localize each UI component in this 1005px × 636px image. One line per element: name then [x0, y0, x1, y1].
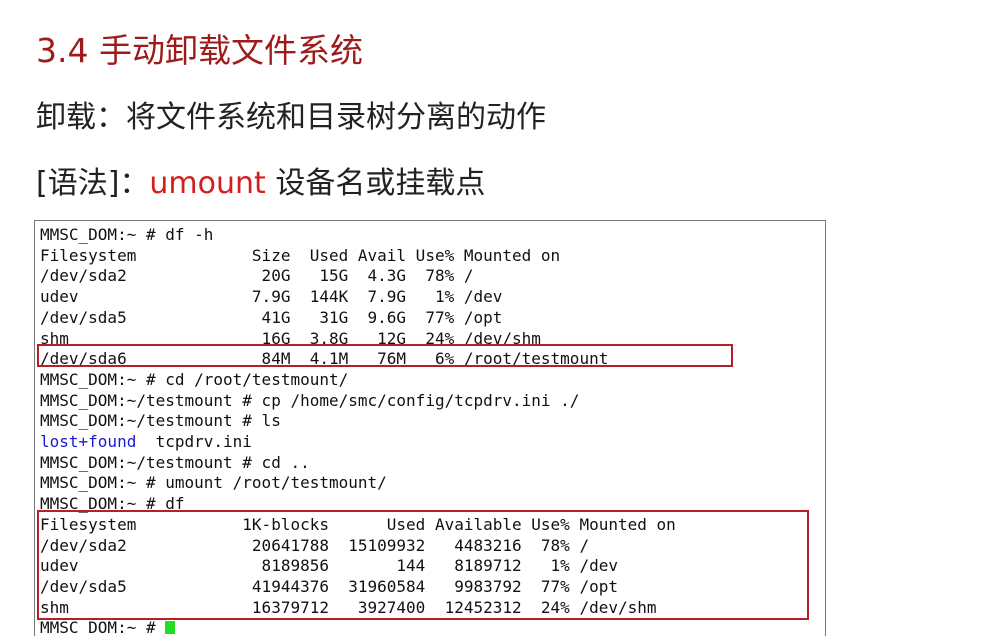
- syntax-line: [语法]：umount 设备名或挂载点: [36, 158, 485, 202]
- terminal-line: Filesystem Size Used Avail Use% Mounted …: [40, 245, 561, 265]
- cursor-block: [165, 621, 176, 635]
- terminal-line: MMSC_DOM:~/testmount # cd ..: [40, 452, 310, 472]
- syntax-spacer: [266, 166, 276, 201]
- terminal-line: MMSC_DOM:~ # cd /root/testmount/: [40, 369, 349, 389]
- highlight-box-df-output: [37, 510, 809, 620]
- file-entry: tcpdrv.ini: [155, 432, 252, 451]
- terminal-line: /dev/sda5 41G 31G 9.6G 77% /opt: [40, 307, 503, 327]
- terminal-ls-output: lost+found tcpdrv.ini: [40, 432, 252, 453]
- syntax-command: umount: [149, 166, 266, 201]
- prompt-text: MMSC_DOM:~ #: [40, 618, 166, 636]
- highlight-box-sda6: [37, 344, 733, 367]
- terminal-prompt: MMSC_DOM:~ #: [40, 618, 176, 636]
- terminal-line: MMSC_DOM:~ # umount /root/testmount/: [40, 473, 387, 493]
- terminal-line: /dev/sda2 20G 15G 4.3G 78% /: [40, 266, 474, 286]
- ls-spacer: [136, 432, 155, 451]
- terminal-screenshot: MMSC_DOM:~ # df -h Filesystem Size Used …: [34, 220, 826, 636]
- syntax-args: 设备名或挂载点: [275, 166, 486, 201]
- slide-title: 3.4 手动卸载文件系统: [36, 31, 363, 70]
- syntax-prefix: [语法]：: [36, 166, 150, 201]
- directory-entry: lost+found: [40, 432, 137, 451]
- terminal-line: MMSC_DOM:~/testmount # cp /home/smc/conf…: [40, 390, 580, 410]
- terminal-line: MMSC_DOM:~/testmount # ls: [40, 411, 281, 431]
- terminal-line: udev 7.9G 144K 7.9G 1% /dev: [40, 287, 503, 307]
- definition-text: 卸载：将文件系统和目录树分离的动作: [36, 100, 546, 135]
- terminal-line: MMSC_DOM:~ # df -h: [40, 225, 214, 244]
